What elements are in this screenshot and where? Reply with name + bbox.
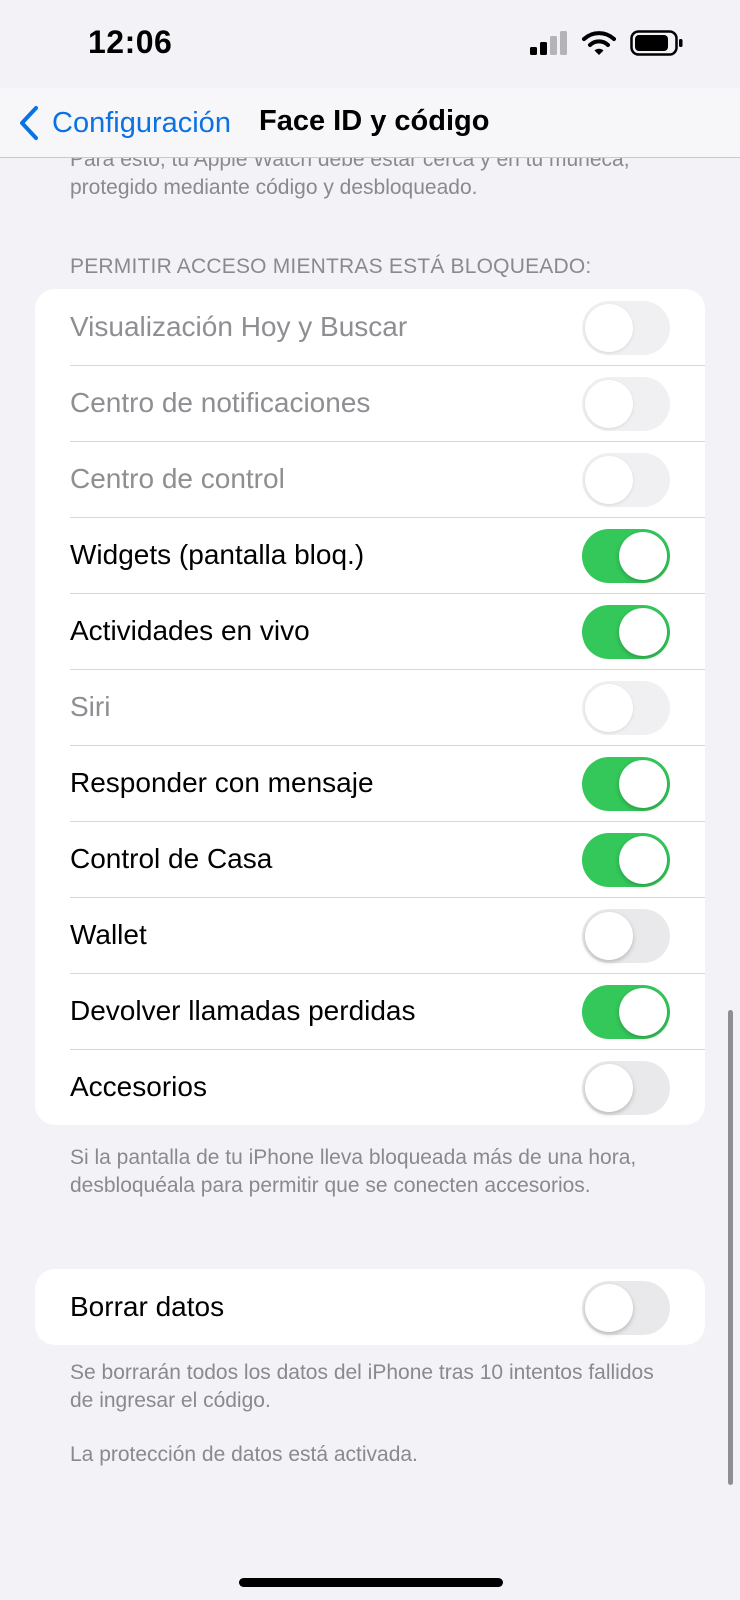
accessories-footer: Si la pantalla de tu iPhone lleva bloque… bbox=[70, 1146, 637, 1197]
chevron-left-icon bbox=[20, 106, 38, 140]
toggle-switch[interactable] bbox=[582, 377, 670, 431]
wifi-icon bbox=[582, 31, 616, 55]
setting-row-today-view: Visualización Hoy y Buscar bbox=[35, 289, 705, 365]
toggle-switch[interactable] bbox=[582, 301, 670, 355]
setting-label: Siri bbox=[70, 691, 111, 722]
setting-row-live-activities: Actividades en vivo bbox=[35, 593, 705, 669]
setting-row-widgets: Widgets (pantalla bloq.) bbox=[35, 517, 705, 593]
setting-row-control-center: Centro de control bbox=[35, 441, 705, 517]
toggle-knob bbox=[585, 912, 633, 960]
battery-icon bbox=[630, 30, 683, 56]
toggle-switch[interactable] bbox=[582, 985, 670, 1039]
setting-label: Actividades en vivo bbox=[70, 615, 310, 646]
setting-row-notification-center: Centro de notificaciones bbox=[35, 365, 705, 441]
toggle-switch[interactable] bbox=[582, 833, 670, 887]
toggle-switch[interactable] bbox=[582, 605, 670, 659]
erase-data-footer: Se borrarán todos los datos del iPhone t… bbox=[70, 1361, 654, 1412]
toggle-knob bbox=[619, 760, 667, 808]
setting-row-return-missed-calls: Devolver llamadas perdidas bbox=[35, 973, 705, 1049]
toggle-switch[interactable] bbox=[582, 1281, 670, 1335]
page-title: Face ID y código bbox=[259, 105, 490, 137]
toggle-knob bbox=[585, 380, 633, 428]
data-protection-status: La protección de datos está activada. bbox=[70, 1443, 418, 1466]
toggle-switch[interactable] bbox=[582, 909, 670, 963]
setting-row-erase-data: Borrar datos bbox=[35, 1269, 705, 1345]
setting-label: Widgets (pantalla bloq.) bbox=[70, 539, 365, 570]
setting-label: Control de Casa bbox=[70, 843, 273, 874]
toggle-knob bbox=[585, 684, 633, 732]
status-bar: 12:06 bbox=[0, 0, 740, 88]
toggle-switch[interactable] bbox=[582, 529, 670, 583]
status-time: 12:06 bbox=[88, 24, 173, 60]
toggle-knob bbox=[619, 608, 667, 656]
setting-row-home-control: Control de Casa bbox=[35, 821, 705, 897]
toggle-knob bbox=[585, 304, 633, 352]
back-button[interactable]: Configuración bbox=[18, 100, 231, 146]
cellular-signal-icon bbox=[530, 31, 567, 55]
setting-label: Centro de notificaciones bbox=[70, 387, 371, 418]
scroll-content[interactable]: Para esto, tu Apple Watch debe estar cer… bbox=[0, 0, 740, 1600]
setting-label: Borrar datos bbox=[70, 1291, 225, 1322]
toggle-switch[interactable] bbox=[582, 453, 670, 507]
setting-row-wallet: Wallet bbox=[35, 897, 705, 973]
section-header-allow-access: PERMITIR ACCESO MIENTRAS ESTÁ BLOQUEADO: bbox=[70, 255, 592, 278]
setting-row-reply-with-message: Responder con mensaje bbox=[35, 745, 705, 821]
erase-data-group: Borrar datos bbox=[35, 1269, 705, 1345]
toggle-switch[interactable] bbox=[582, 1061, 670, 1115]
setting-label: Visualización Hoy y Buscar bbox=[70, 311, 408, 342]
toggle-knob bbox=[585, 1284, 633, 1332]
access-settings-group: Visualización Hoy y Buscar Centro de not… bbox=[35, 289, 705, 1125]
setting-label: Wallet bbox=[70, 919, 147, 950]
toggle-knob bbox=[585, 456, 633, 504]
back-button-label: Configuración bbox=[52, 106, 231, 139]
status-icons bbox=[530, 30, 684, 56]
setting-row-accessories: Accesorios bbox=[35, 1049, 705, 1125]
toggle-knob bbox=[619, 836, 667, 884]
setting-label: Centro de control bbox=[70, 463, 285, 494]
navigation-bar: Configuración Face ID y código bbox=[0, 88, 740, 158]
setting-row-siri: Siri bbox=[35, 669, 705, 745]
setting-label: Responder con mensaje bbox=[70, 767, 374, 798]
setting-label: Accesorios bbox=[70, 1071, 207, 1102]
settings-screen: Para esto, tu Apple Watch debe estar cer… bbox=[0, 0, 740, 1600]
toggle-switch[interactable] bbox=[582, 757, 670, 811]
setting-label: Devolver llamadas perdidas bbox=[70, 995, 416, 1026]
toggle-knob bbox=[619, 532, 667, 580]
toggle-switch[interactable] bbox=[582, 681, 670, 735]
toggle-knob bbox=[619, 988, 667, 1036]
toggle-knob bbox=[585, 1064, 633, 1112]
